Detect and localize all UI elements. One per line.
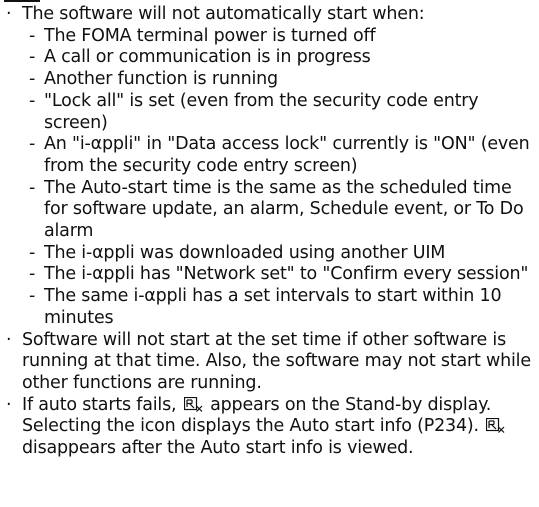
condition-list: The FOMA terminal power is turned off A …: [22, 26, 533, 330]
note-auto-start-failed: If auto starts fails, appears on the Sta…: [0, 395, 539, 460]
note-intro: The software will not automatically star…: [22, 4, 425, 24]
condition-item: The FOMA terminal power is turned off: [22, 26, 533, 48]
condition-item: The i-αppli has "Network set" to "Confir…: [22, 264, 533, 286]
condition-item: The same i-αppli has a set intervals to …: [22, 286, 533, 329]
auto-start-failed-icon: [183, 396, 203, 412]
condition-item: "Lock all" is set (even from the securit…: [22, 91, 533, 134]
note-busy: Software will not start at the set time …: [0, 330, 539, 395]
auto-start-failed-icon: [486, 418, 505, 434]
condition-item: A call or communication is in progress: [22, 47, 533, 69]
condition-item: The Auto-start time is the same as the s…: [22, 178, 533, 243]
fail-note-part1: If auto starts fails,: [22, 394, 177, 415]
busy-note-text: Software will not start at the set time …: [22, 329, 531, 393]
condition-item: The i-αppli was downloaded using another…: [22, 243, 533, 265]
notes-section: The software will not automatically star…: [0, 4, 539, 460]
fail-note-part3: disappears after the Auto start info is …: [22, 438, 414, 459]
condition-item: Another function is running: [22, 69, 533, 91]
section-rule: [4, 0, 40, 2]
page: The software will not automatically star…: [0, 0, 539, 507]
note-not-auto-start: The software will not automatically star…: [0, 4, 539, 330]
condition-item: An "i-αppli" in "Data access lock" curre…: [22, 134, 533, 177]
